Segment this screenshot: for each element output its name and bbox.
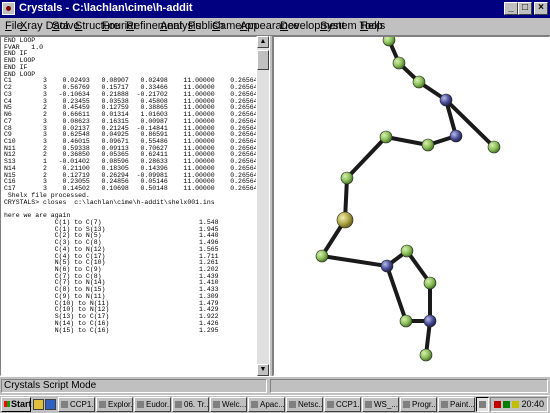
atom-s[interactable] [336,211,354,229]
atom-n[interactable] [380,259,394,273]
atom-n[interactable] [423,314,437,328]
window-title: Crystals - C:\lachlan\cime\h-addit [19,2,193,14]
atom-c[interactable] [421,138,435,152]
atom-n[interactable] [439,93,453,107]
molecule-bond [385,264,408,323]
title-bar: Crystals - C:\lachlan\cime\h-addit _ □ × [0,0,550,18]
status-bar: Crystals Script Mode [0,376,550,396]
atom-c[interactable] [400,244,414,258]
molecule-bond [345,135,388,180]
status-field-empty [270,379,548,393]
minimize-button[interactable]: _ [504,2,518,15]
text-output-line: END IF [4,63,28,71]
molecule-canvas [315,33,501,362]
taskbar-item[interactable]: Eudor... [134,397,171,412]
text-output-scrollbar[interactable]: ▲ ▼ [257,36,269,376]
taskbar-item[interactable]: 06. Tr... [172,397,209,412]
taskbar-item[interactable]: Apac... [248,397,285,412]
scroll-up-button[interactable]: ▲ [257,36,269,48]
maximize-button[interactable]: □ [518,2,532,15]
tray-volume-icon[interactable] [512,401,519,408]
crystals-app-icon[interactable] [2,2,15,15]
atom-c[interactable] [340,171,354,185]
text-output-pane[interactable]: END LOOP FVAR 1.0 END IF END LOOP END IF END … [0,36,257,376]
taskbar-item[interactable]: Explor... [96,397,133,412]
atom-c[interactable] [412,75,426,89]
quicklaunch-browser-icon[interactable] [45,399,56,410]
close-button[interactable]: × [534,2,548,15]
taskbar-item[interactable]: Crys... [476,397,489,412]
clock[interactable]: 20:40 [521,399,544,409]
text-output-line: END LOOP [4,57,36,65]
atom-c[interactable] [379,130,393,144]
system-tray: 20:40 [490,397,548,412]
atom-c[interactable] [315,249,329,263]
tray-app-icon[interactable] [494,401,501,408]
taskbar-item[interactable]: Progr... [400,397,437,412]
atom-c[interactable] [382,33,396,47]
molecule-bond [320,254,389,268]
menu-bar: File Xray Data Solve Structure Fourier R… [0,18,550,36]
taskbar: Start CCP1...Explor...Eudor...06. Tr...W… [0,395,550,413]
start-button[interactable]: Start [1,397,32,412]
atom-c[interactable] [399,314,413,328]
atom-c[interactable] [392,56,406,70]
text-output-line: CRYSTALS> closes c:\lachlan\cime\h-addit… [4,198,215,206]
taskbar-item[interactable]: Netsc... [286,397,323,412]
menu-help[interactable]: Help [360,20,383,32]
status-mode: Crystals Script Mode [1,379,267,393]
molecule-bond [384,135,430,147]
text-output: END LOOP FVAR 1.0 END IF END LOOP END IF END … [4,37,256,334]
text-output-line: FVAR 1.0 [4,43,44,51]
tray-network-icon[interactable] [503,401,510,408]
taskbar-item[interactable]: CCP1... [58,397,95,412]
taskbar-item[interactable]: Paint... [438,397,475,412]
molecule-viewer[interactable] [273,33,550,376]
atom-c[interactable] [419,348,433,362]
scroll-down-button[interactable]: ▼ [257,364,269,376]
taskbar-item[interactable]: Welc... [210,397,247,412]
taskbar-item[interactable]: CCP1... [324,397,361,412]
taskbar-item[interactable]: WS_... [362,397,399,412]
text-output-line: N(15) to C(16) 1.295 [4,326,219,334]
quicklaunch-folder-icon[interactable] [33,399,44,410]
text-output-line: END IF [4,50,28,58]
atom-n[interactable] [449,129,463,143]
atom-c[interactable] [487,140,501,154]
atom-c[interactable] [423,276,437,290]
scroll-thumb[interactable] [257,50,269,70]
